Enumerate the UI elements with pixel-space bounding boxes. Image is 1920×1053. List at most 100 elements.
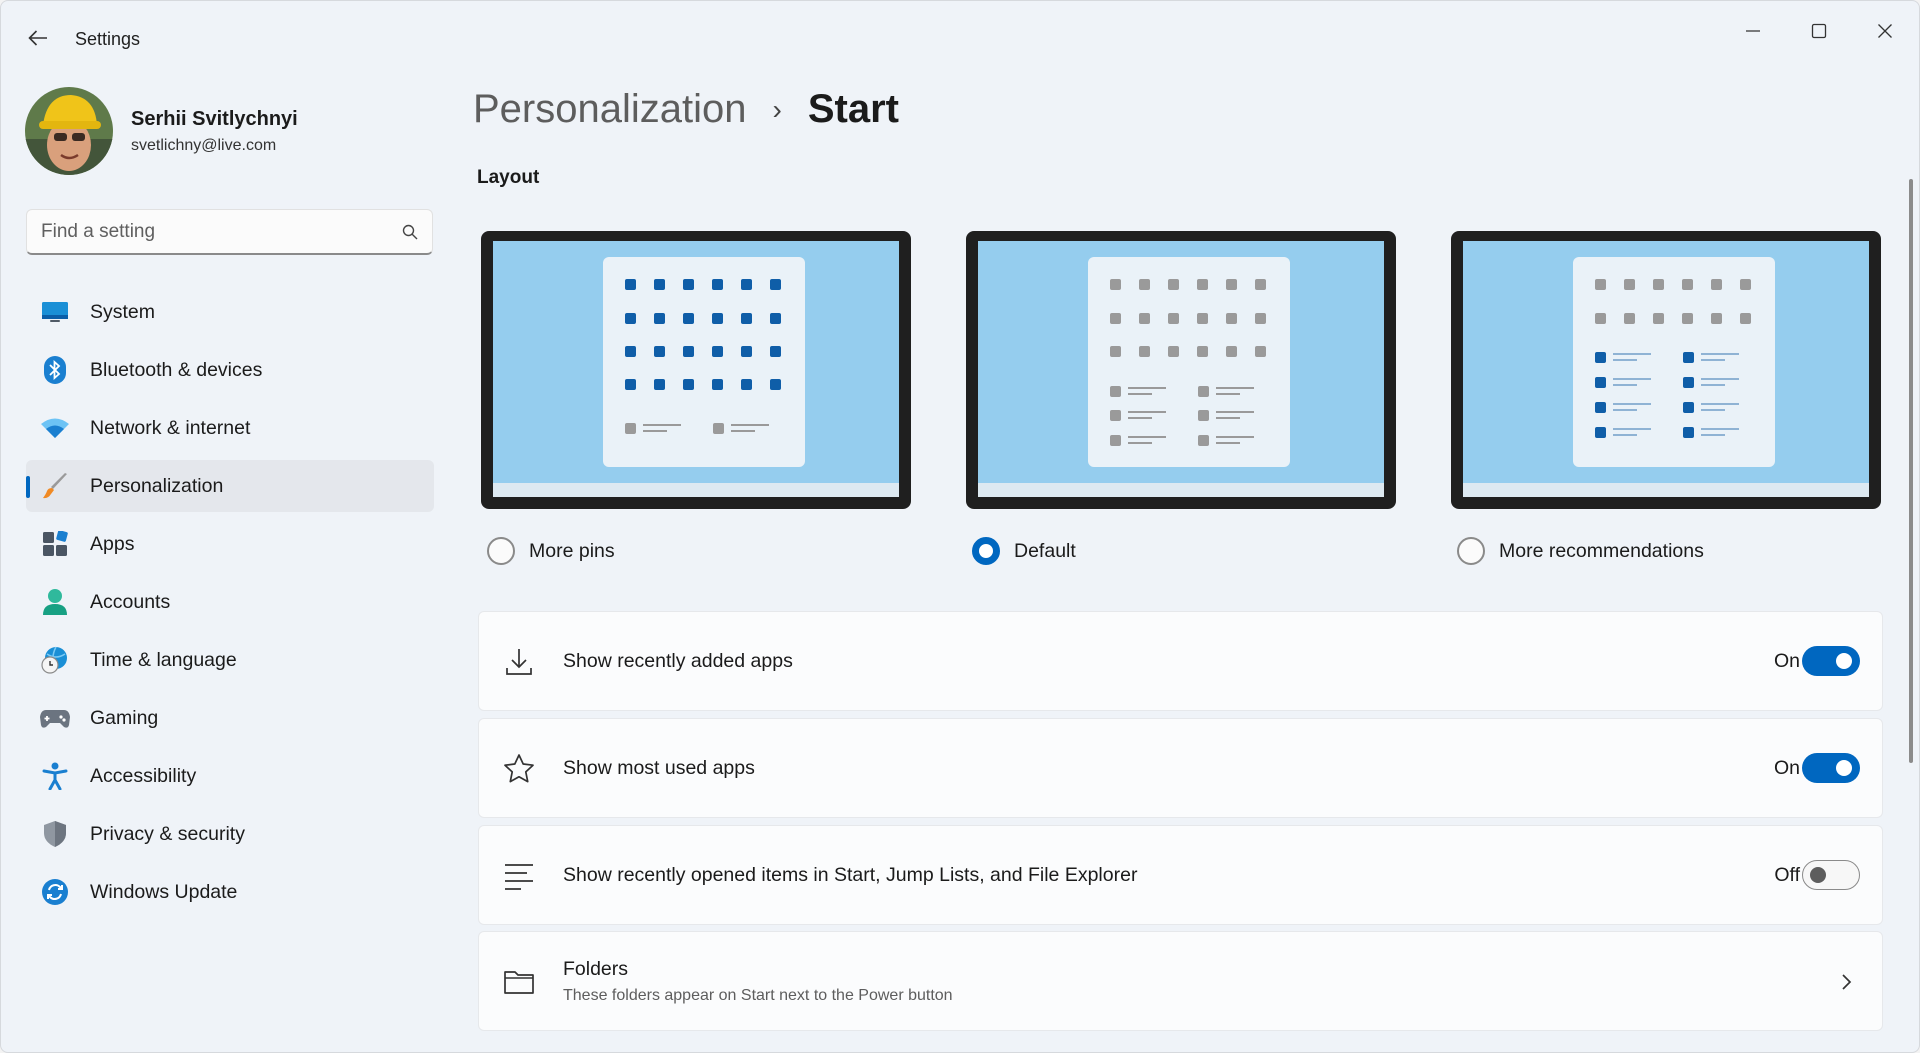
setting-title: Folders [563,958,629,980]
setting-show-recently-opened-items: Show recently opened items in Start, Jum… [478,825,1883,925]
sidebar-item-personalization[interactable]: Personalization [26,460,434,512]
sidebar-item-label: Bluetooth & devices [90,358,263,381]
sidebar-item-label: Accounts [90,590,171,613]
radio-button[interactable] [487,537,515,565]
layout-option-default[interactable]: Default [966,231,1396,565]
sidebar-item-network[interactable]: Network & internet [26,402,434,454]
sidebar-item-gaming[interactable]: Gaming [26,692,434,744]
layout-preview-more-pins[interactable] [481,231,911,509]
sidebar-item-label: Gaming [90,706,159,729]
sidebar-item-accounts[interactable]: Accounts [26,576,434,628]
sidebar-item-accessibility[interactable]: Accessibility [26,750,434,802]
sidebar-item-label: Apps [90,532,135,555]
breadcrumb-separator-icon: › [772,93,782,125]
sidebar-item-label: Privacy & security [90,822,245,845]
sidebar-item-label: Network & internet [90,416,251,439]
scrollbar[interactable] [1909,179,1913,763]
radio-default[interactable]: Default [966,537,1396,565]
accessibility-icon [40,761,70,791]
layout-option-more-recommendations[interactable]: More recommendations [1451,231,1881,565]
layout-option-more-pins[interactable]: More pins [481,231,911,565]
sidebar-item-privacy-security[interactable]: Privacy & security [26,808,434,860]
layout-section-label: Layout [477,167,540,188]
sidebar-item-system[interactable]: System [26,286,434,338]
wifi-icon [40,413,70,443]
start-menu-preview [1088,257,1290,467]
toggle-state-label: On [1773,650,1800,672]
layout-options: More pins Default More recommendations [481,231,1881,571]
time-language-icon [40,645,70,675]
sidebar-item-label: Windows Update [90,880,238,903]
start-menu-preview [603,257,805,467]
start-menu-preview [1573,257,1775,467]
maximize-icon [1811,23,1827,39]
radio-more-pins[interactable]: More pins [481,537,911,565]
settings-window: Settings Serhii Svitlychnyi svetlichny@l… [0,0,1920,1053]
setting-show-most-used-apps: Show most used apps On [478,718,1883,818]
layout-preview-default[interactable] [966,231,1396,509]
sidebar-item-windows-update[interactable]: Windows Update [26,866,434,918]
paintbrush-icon [40,471,70,501]
system-icon [40,297,70,327]
breadcrumb-parent[interactable]: Personalization [473,87,747,132]
radio-more-recommendations[interactable]: More recommendations [1451,537,1881,565]
more-recommendations-preview-image [1595,279,1751,438]
page-title: Start [807,87,899,131]
avatar [25,87,113,175]
folder-icon [504,971,534,994]
toggle-switch[interactable] [1802,860,1860,890]
sidebar-item-bluetooth[interactable]: Bluetooth & devices [26,344,434,396]
setting-title: Show recently added apps [563,650,793,672]
default-preview-image [1110,279,1266,446]
toggle-switch[interactable] [1802,646,1860,676]
setting-show-recently-added-apps: Show recently added apps On [478,611,1883,711]
sidebar-item-label: Personalization [90,474,224,497]
user-profile[interactable]: Serhii Svitlychnyi svetlichny@live.com [25,87,298,175]
close-button[interactable] [1855,11,1915,51]
gamepad-icon [40,703,70,733]
app-title: Settings [75,29,141,49]
toggle-state-label: On [1773,757,1800,779]
search-icon [402,224,418,239]
minimize-icon [1746,30,1760,32]
shield-icon [40,819,70,849]
setting-description: These folders appear on Start next to th… [563,987,953,1004]
selection-indicator [26,476,30,498]
close-icon [1878,24,1892,38]
user-email: svetlichny@live.com [131,136,277,154]
accounts-icon [40,587,70,617]
minimize-button[interactable] [1723,11,1783,51]
chevron-right-icon [1842,974,1852,990]
setting-folders[interactable]: Folders These folders appear on Start ne… [478,931,1883,1031]
radio-button[interactable] [1457,537,1485,565]
sidebar-item-label: Time & language [90,648,237,671]
radio-label: More pins [529,539,615,562]
windows-update-icon [40,877,70,907]
maximize-button[interactable] [1789,11,1849,51]
setting-title: Show recently opened items in Start, Jum… [563,864,1138,886]
search-input[interactable] [41,220,402,243]
back-arrow-icon [28,30,47,46]
apps-icon [40,529,70,559]
star-icon [504,754,534,783]
toggle-switch[interactable] [1802,753,1860,783]
layout-preview-more-recommendations[interactable] [1451,231,1881,509]
sidebar-item-label: System [90,300,156,323]
search-box[interactable] [26,209,433,255]
sidebar-item-label: Accessibility [90,764,197,787]
more-pins-preview-image [625,279,781,434]
back-button[interactable] [23,23,53,53]
radio-label: More recommendations [1499,539,1704,562]
breadcrumb: Personalization › Start [473,87,899,132]
radio-button[interactable] [972,537,1000,565]
sidebar-nav: System Bluetooth & devices Network & int… [26,286,434,924]
bluetooth-icon [40,355,70,385]
user-name: Serhii Svitlychnyi [131,107,298,130]
toggle-state-label: Off [1774,864,1800,886]
title-bar: Settings [1,1,1919,73]
sidebar-item-apps[interactable]: Apps [26,518,434,570]
setting-title: Show most used apps [563,757,755,779]
radio-label: Default [1014,539,1076,562]
list-icon [505,864,533,890]
sidebar-item-time-language[interactable]: Time & language [26,634,434,686]
